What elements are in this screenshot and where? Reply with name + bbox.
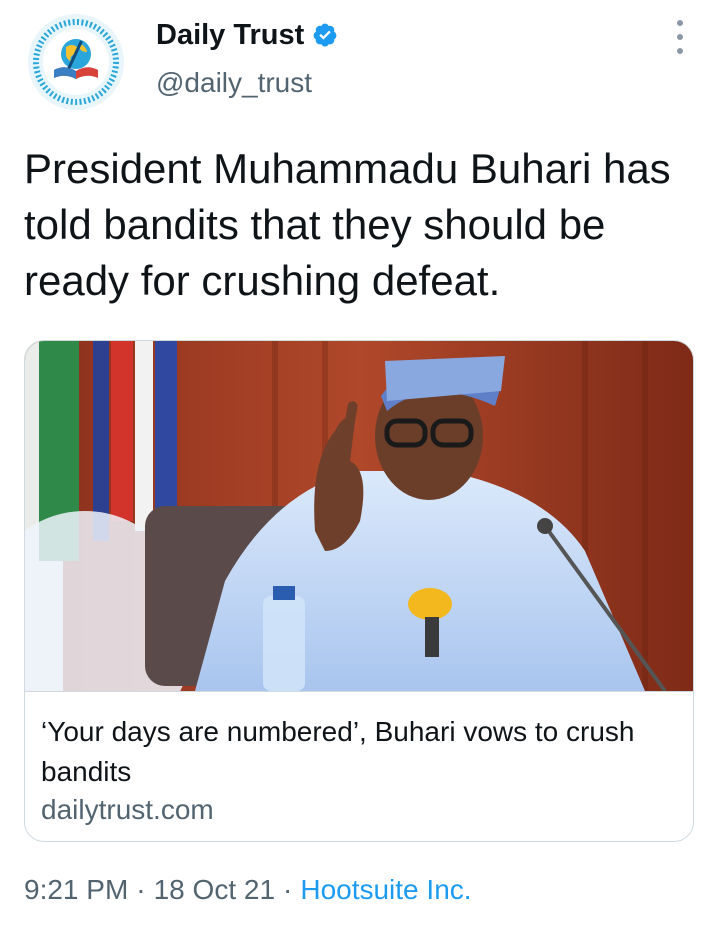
- account-name-row[interactable]: Daily Trust: [156, 17, 338, 53]
- meta-separator: ·: [136, 874, 146, 905]
- avatar[interactable]: [28, 14, 124, 110]
- account-handle[interactable]: @daily_trust: [156, 66, 312, 100]
- tweet-text: President Muhammadu Buhari has told band…: [24, 145, 671, 304]
- tweet-time[interactable]: 9:21 PM: [24, 874, 128, 905]
- link-card-meta[interactable]: ‘Your days are numbered’, Buhari vows to…: [25, 691, 693, 841]
- tweet-date[interactable]: 18 Oct 21: [154, 874, 275, 905]
- link-card-title[interactable]: ‘Your days are numbered’, Buhari vows to…: [41, 712, 681, 792]
- account-name[interactable]: Daily Trust: [156, 17, 304, 53]
- tweet-source-link[interactable]: Hootsuite Inc.: [300, 874, 471, 905]
- tweet-metadata: 9:21 PM · 18 Oct 21 · Hootsuite Inc.: [24, 870, 472, 910]
- tweet-header: Daily Trust @daily_trust: [0, 0, 720, 120]
- more-options-icon[interactable]: [668, 20, 692, 54]
- link-card[interactable]: ‘Your days are numbered’, Buhari vows to…: [24, 340, 694, 842]
- link-card-image[interactable]: [25, 341, 694, 691]
- link-card-domain: dailytrust.com: [41, 794, 214, 825]
- meta-separator: ·: [283, 874, 293, 905]
- verified-badge-icon: [313, 23, 337, 47]
- daily-trust-logo-icon: [30, 16, 122, 108]
